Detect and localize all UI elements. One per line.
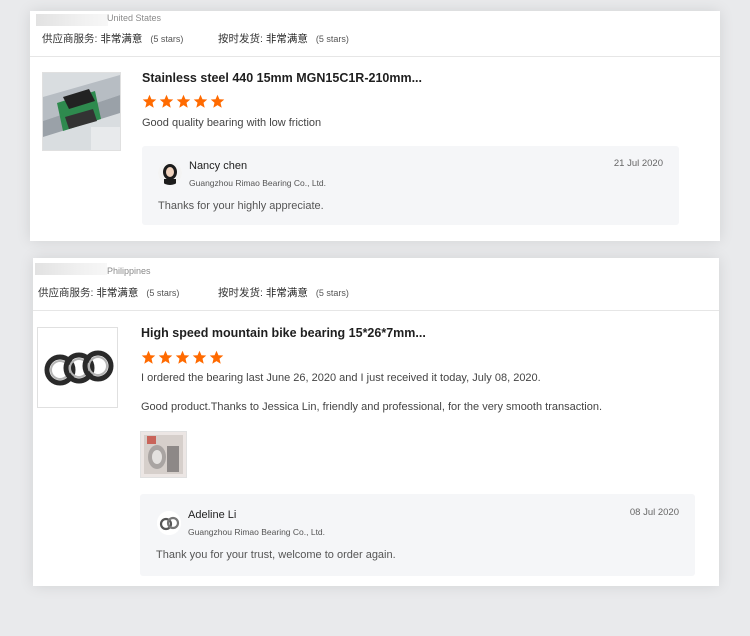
review-header: United States 供应商服务: 非常满意 (5 stars) 按时发货: 非…: [30, 11, 720, 57]
supplier-service-rating: 供应商服务: 非常满意 (5 stars): [38, 285, 179, 300]
review-photo-image: [141, 432, 186, 477]
on-time-shipment-value: 非常满意: [265, 287, 308, 299]
reply-company: Guangzhou Rimao Bearing Co., Ltd.: [189, 178, 327, 188]
on-time-shipment-rating: 按时发货: 非常满意 (5 stars): [218, 31, 349, 46]
buyer-country: United States: [107, 13, 162, 23]
star-icon: [209, 350, 224, 364]
on-time-shipment-value: 非常满意: [265, 33, 308, 45]
bearing-avatar-icon: [157, 511, 181, 535]
supplier-service-value: 非常满意: [100, 33, 143, 45]
supplier-service-label: 供应商服务:: [38, 287, 94, 299]
bearing-image: [38, 328, 117, 407]
supplier-service-rating: 供应商服务: 非常满意 (5 stars): [42, 31, 183, 46]
star-icon: [192, 350, 207, 364]
reply-date: 08 Jul 2020: [629, 507, 679, 518]
review-comment: I ordered the bearing last June 26, 2020…: [141, 372, 541, 384]
reply-company: Guangzhou Rimao Bearing Co., Ltd.: [188, 527, 326, 537]
review-card: Philippines 供应商服务: 非常满意 (5 stars) 按时发货: 非常满…: [33, 258, 719, 586]
on-time-shipment-stars: (5 stars): [315, 288, 349, 298]
linear-guide-image: [43, 73, 120, 150]
product-thumbnail[interactable]: [37, 327, 118, 408]
product-thumbnail[interactable]: [42, 72, 121, 151]
review-photo[interactable]: [140, 431, 187, 478]
avatar: [157, 511, 181, 535]
supplier-reply: Adeline Li Guangzhou Rimao Bearing Co., …: [140, 494, 695, 576]
blurred-buyer-name: [36, 14, 108, 26]
on-time-shipment-rating: 按时发货: 非常满意 (5 stars): [218, 285, 349, 300]
star-icon: [158, 350, 173, 364]
star-icon: [176, 94, 191, 108]
avatar: [158, 161, 182, 185]
product-title[interactable]: High speed mountain bike bearing 15*26*7…: [141, 326, 426, 340]
review-comment: Good product.Thanks to Jessica Lin, frie…: [141, 401, 603, 413]
reply-text: Thanks for your highly appreciate.: [158, 200, 324, 212]
review-stars: [141, 350, 224, 365]
supplier-service-stars: (5 stars): [150, 34, 184, 44]
star-icon: [193, 94, 208, 108]
star-icon: [175, 350, 190, 364]
star-icon: [159, 94, 174, 108]
review-comment: Good quality bearing with low friction: [142, 117, 322, 129]
reply-text: Thank you for your trust, welcome to ord…: [156, 549, 396, 561]
blurred-buyer-name: [35, 263, 107, 275]
supplier-service-stars: (5 stars): [146, 288, 180, 298]
review-card: United States 供应商服务: 非常满意 (5 stars) 按时发货: 非…: [30, 11, 720, 241]
on-time-shipment-label: 按时发货:: [218, 287, 263, 299]
on-time-shipment-stars: (5 stars): [315, 34, 349, 44]
buyer-country: Philippines: [107, 266, 151, 276]
on-time-shipment-label: 按时发货:: [218, 33, 263, 45]
supplier-reply: Nancy chen Guangzhou Rimao Bearing Co., …: [142, 146, 679, 225]
review-header: Philippines 供应商服务: 非常满意 (5 stars) 按时发货: 非常满…: [33, 258, 719, 311]
product-title[interactable]: Stainless steel 440 15mm MGN15C1R-210mm.…: [142, 71, 422, 85]
reply-author-name: Adeline Li: [188, 509, 237, 521]
review-stars: [142, 94, 225, 109]
star-icon: [142, 94, 157, 108]
supplier-service-value: 非常满意: [96, 287, 139, 299]
reply-author-name: Nancy chen: [189, 160, 248, 172]
star-icon: [141, 350, 156, 364]
reply-date: 21 Jul 2020: [613, 158, 663, 169]
star-icon: [210, 94, 225, 108]
person-avatar-icon: [158, 161, 182, 185]
supplier-service-label: 供应商服务:: [42, 33, 98, 45]
